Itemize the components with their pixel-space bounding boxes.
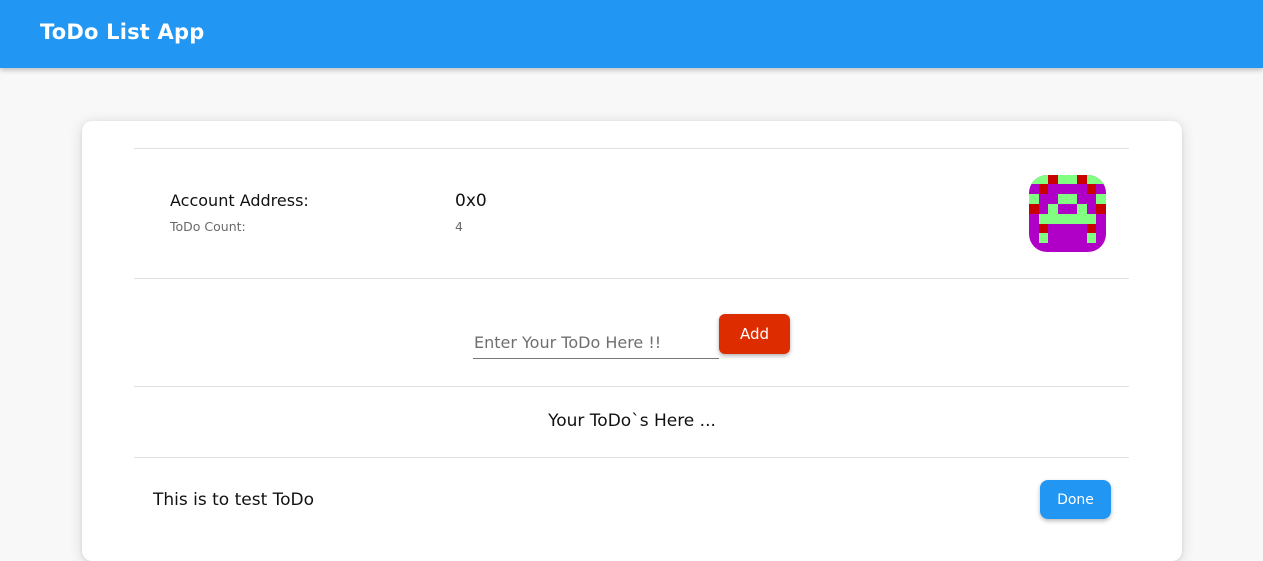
- identicon-avatar: [1029, 175, 1106, 252]
- account-address-value: 0x0: [455, 191, 487, 211]
- identicon-icon: [1029, 175, 1106, 252]
- todo-input[interactable]: [473, 325, 719, 359]
- todo-count-label: ToDo Count:: [170, 219, 246, 234]
- app-bar: ToDo List App: [0, 0, 1263, 68]
- todos-heading: Your ToDo`s Here ...: [548, 411, 716, 431]
- divider: [134, 148, 1129, 149]
- done-button[interactable]: Done: [1040, 480, 1111, 519]
- add-todo-button[interactable]: Add: [719, 314, 790, 354]
- divider: [134, 386, 1129, 387]
- divider: [134, 457, 1129, 458]
- divider: [134, 278, 1129, 279]
- todo-item-text: This is to test ToDo: [153, 490, 315, 510]
- main-card: Account Address: 0x0 ToDo Count: 4 Enter…: [82, 121, 1182, 561]
- account-address-label: Account Address:: [170, 191, 309, 210]
- todo-count-value: 4: [455, 219, 463, 234]
- app-title: ToDo List App: [40, 20, 205, 44]
